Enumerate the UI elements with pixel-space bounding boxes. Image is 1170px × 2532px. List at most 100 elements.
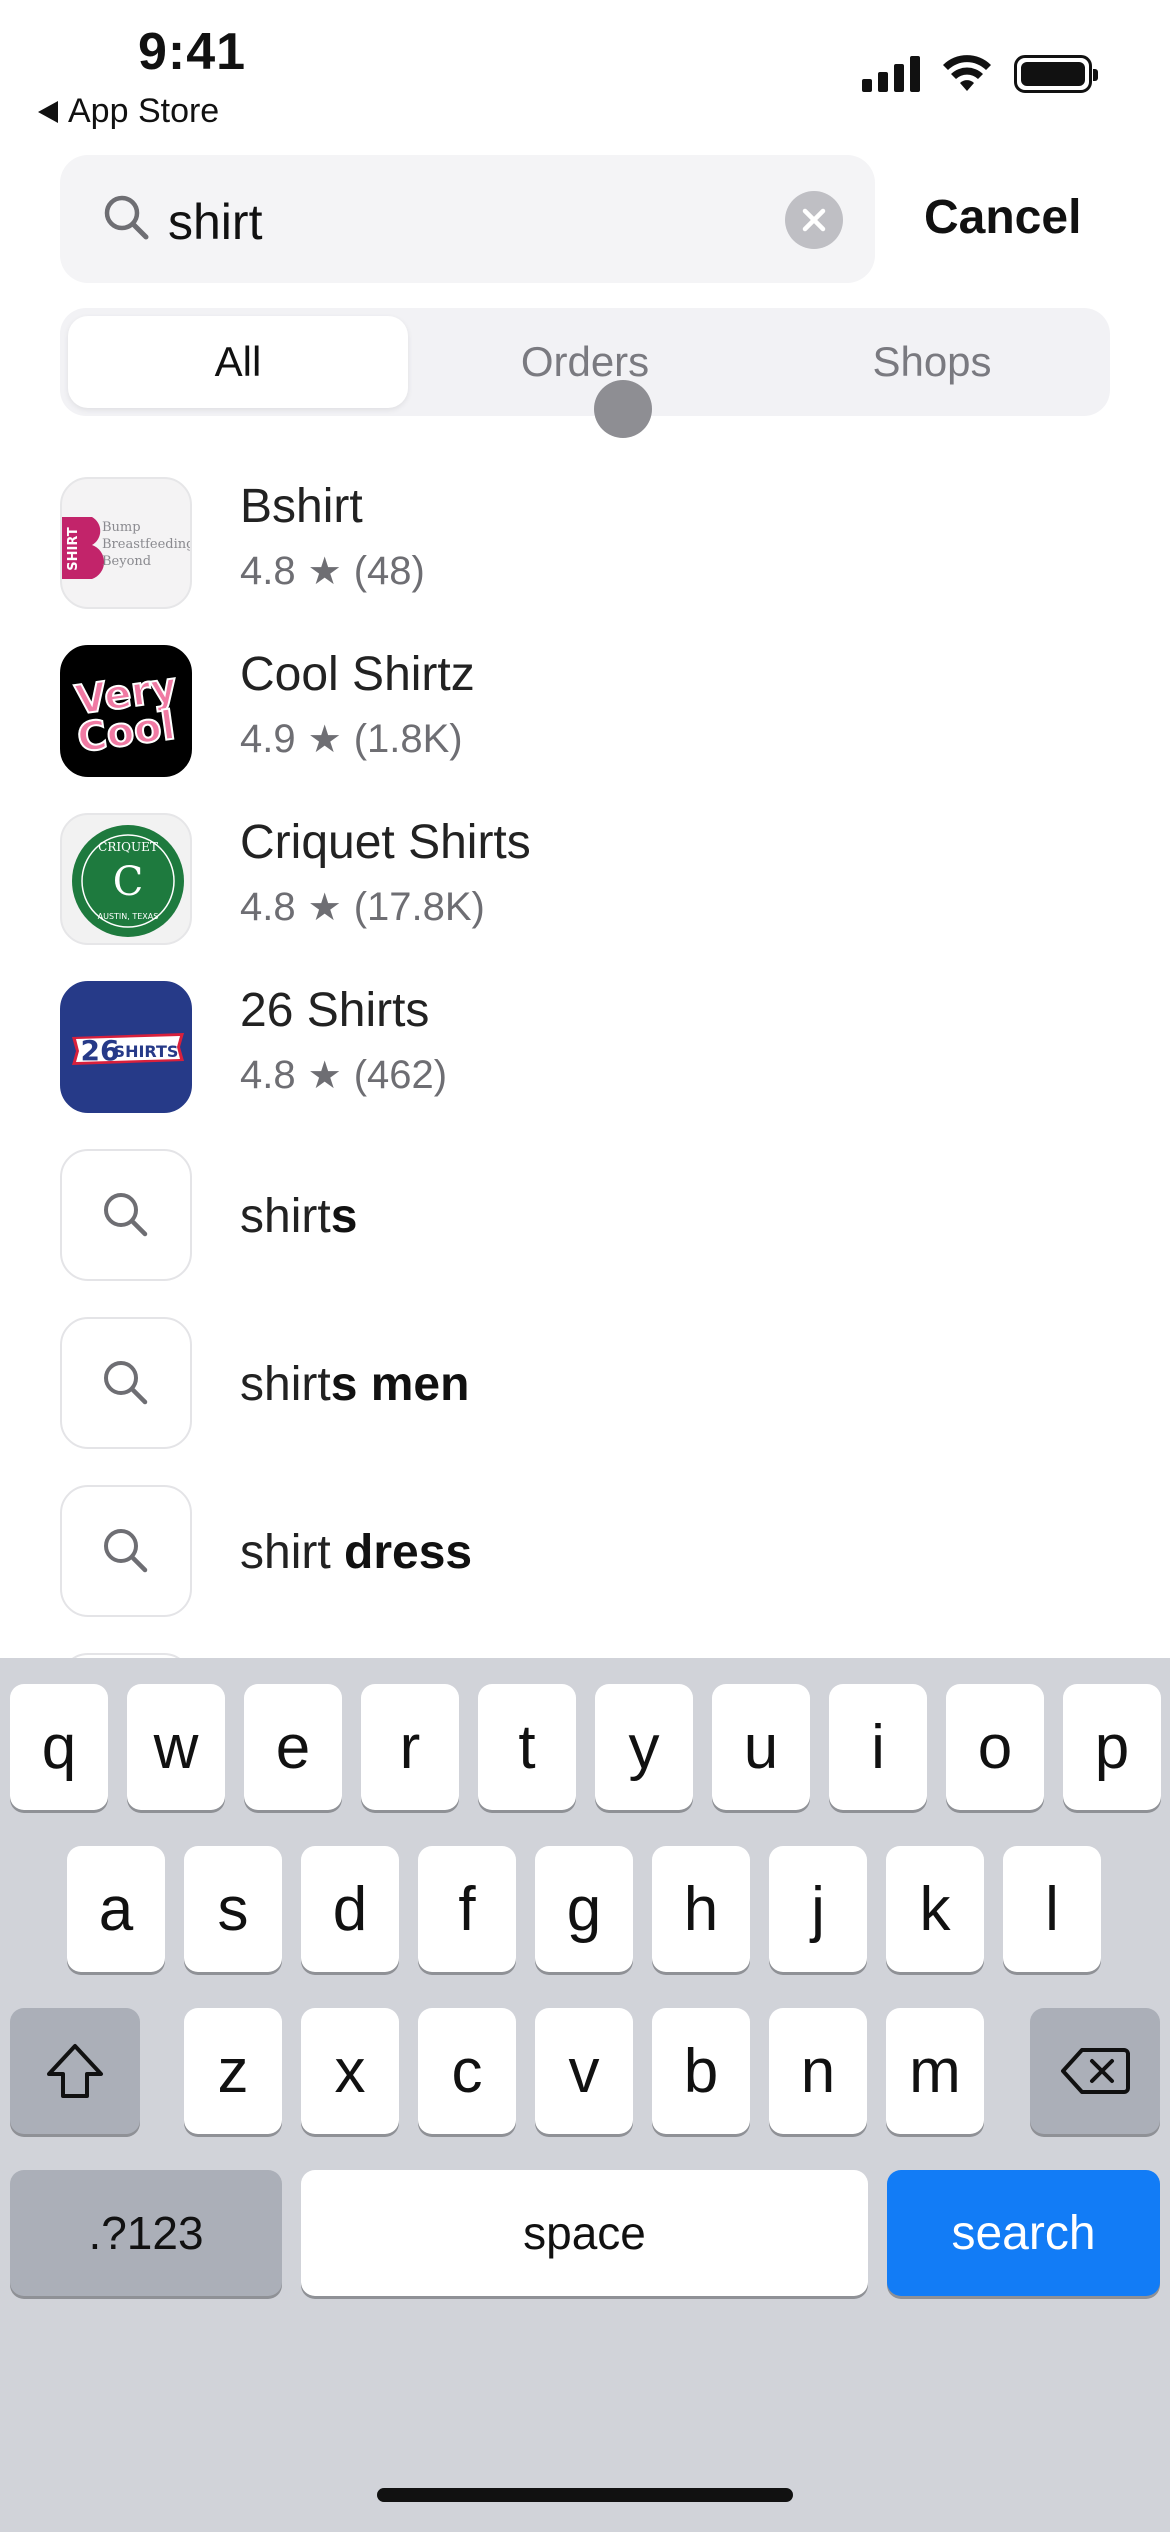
cellular-signal-icon (862, 56, 920, 92)
app-rating: 4.8 ★ (48) (240, 549, 425, 594)
suggestion-text: shirt dress (240, 1526, 473, 1579)
key-l[interactable]: l (1003, 1846, 1101, 1972)
space-key[interactable]: space (301, 2170, 868, 2296)
search-input[interactable]: shirt (168, 193, 262, 251)
star-icon: ★ (307, 551, 342, 593)
bshirt-logo-icon: SHIRT Bump Breastfeeding Beyond (60, 477, 192, 609)
status-icons (862, 55, 1098, 93)
key-c[interactable]: c (418, 2008, 516, 2134)
app-rating: 4.8 ★ (462) (240, 1053, 447, 1098)
app-result-bshirt[interactable]: SHIRT Bump Breastfeeding Beyond Bshirt 4… (60, 477, 1110, 609)
rating-value: 4.8 (240, 549, 296, 593)
key-a[interactable]: a (67, 1846, 165, 1972)
star-icon: ★ (307, 1055, 342, 1097)
star-icon: ★ (307, 719, 342, 761)
rating-value: 4.9 (240, 717, 296, 761)
back-arrow-icon (38, 100, 58, 123)
criquet-logo-icon: CRIQUET C AUSTIN, TEXAS (60, 813, 192, 945)
app-name: 26 Shirts (240, 984, 430, 1037)
key-n[interactable]: n (769, 2008, 867, 2134)
app-name: Bshirt (240, 480, 363, 533)
26-shirts-logo-icon: 26 SHIRTS (60, 981, 192, 1113)
wifi-icon (943, 55, 991, 91)
key-g[interactable]: g (535, 1846, 633, 1972)
search-suggestion[interactable]: shirts men (60, 1317, 1110, 1449)
key-s[interactable]: s (184, 1846, 282, 1972)
search-field[interactable]: shirt (60, 155, 875, 283)
search-key[interactable]: search (887, 2170, 1160, 2296)
tab-shops[interactable]: Shops (762, 316, 1102, 408)
review-count: (48) (353, 549, 425, 593)
key-r[interactable]: r (361, 1684, 459, 1810)
key-y[interactable]: y (595, 1684, 693, 1810)
rating-value: 4.8 (240, 885, 296, 929)
svg-text:Beyond: Beyond (102, 554, 151, 569)
review-count: (17.8K) (353, 885, 485, 929)
key-m[interactable]: m (886, 2008, 984, 2134)
app-result-cool-shirtz[interactable]: Very Cool Cool Shirtz 4.9 ★ (1.8K) (60, 645, 1110, 777)
home-indicator[interactable] (377, 2488, 793, 2502)
key-k[interactable]: k (886, 1846, 984, 1972)
app-rating: 4.8 ★ (17.8K) (240, 885, 485, 930)
battery-icon (1014, 55, 1098, 93)
key-h[interactable]: h (652, 1846, 750, 1972)
delete-key[interactable] (1030, 2008, 1160, 2134)
app-result-26-shirts[interactable]: 26 SHIRTS 26 Shirts 4.8 ★ (462) (60, 981, 1110, 1113)
key-v[interactable]: v (535, 2008, 633, 2134)
svg-text:C: C (113, 859, 144, 905)
svg-text:SHIRT: SHIRT (66, 527, 81, 571)
keyboard: q w e r t y u i o p a s d f g h j k l z … (0, 1658, 1170, 2532)
key-e[interactable]: e (244, 1684, 342, 1810)
tab-orders[interactable]: Orders (415, 316, 755, 408)
status-bar: 9:41 App Store (0, 0, 1170, 140)
key-t[interactable]: t (478, 1684, 576, 1810)
key-j[interactable]: j (769, 1846, 867, 1972)
shift-key[interactable] (10, 2008, 140, 2134)
key-d[interactable]: d (301, 1846, 399, 1972)
key-p[interactable]: p (1063, 1684, 1161, 1810)
suggestion-search-icon (60, 1485, 192, 1617)
key-w[interactable]: w (127, 1684, 225, 1810)
key-z[interactable]: z (184, 2008, 282, 2134)
back-app-label: App Store (68, 92, 220, 130)
key-x[interactable]: x (301, 2008, 399, 2134)
suggestion-text: shirts men (240, 1358, 470, 1411)
key-q[interactable]: q (10, 1684, 108, 1810)
review-count: (462) (353, 1053, 448, 1097)
review-count: (1.8K) (353, 717, 463, 761)
search-suggestion[interactable]: shirts (60, 1149, 1110, 1281)
svg-text:CRIQUET: CRIQUET (98, 840, 158, 854)
numbers-key[interactable]: .?123 (10, 2170, 282, 2296)
clear-x-icon (802, 208, 826, 232)
search-icon (104, 195, 149, 240)
app-rating: 4.9 ★ (1.8K) (240, 717, 463, 762)
back-to-app-store-link[interactable]: App Store (38, 92, 219, 131)
star-icon: ★ (307, 887, 342, 929)
svg-text:SHIRTS: SHIRTS (114, 1042, 179, 1061)
key-u[interactable]: u (712, 1684, 810, 1810)
app-name: Criquet Shirts (240, 816, 531, 869)
cancel-button[interactable]: Cancel (924, 190, 1081, 245)
svg-text:AUSTIN, TEXAS: AUSTIN, TEXAS (98, 912, 159, 921)
key-o[interactable]: o (946, 1684, 1044, 1810)
suggestion-text: shirts (240, 1190, 358, 1243)
touch-indicator (594, 380, 652, 438)
app-name: Cool Shirtz (240, 648, 475, 701)
suggestion-search-icon (60, 1317, 192, 1449)
suggestion-search-icon (60, 1149, 192, 1281)
filter-tabs: All Orders Shops (60, 308, 1110, 416)
search-suggestion[interactable]: shirt dress (60, 1485, 1110, 1617)
key-b[interactable]: b (652, 2008, 750, 2134)
svg-text:Bump: Bump (102, 520, 141, 535)
backspace-icon (1061, 2048, 1130, 2094)
status-time: 9:41 (138, 23, 247, 81)
tab-all[interactable]: All (68, 316, 408, 408)
key-i[interactable]: i (829, 1684, 927, 1810)
clear-search-button[interactable] (785, 191, 843, 249)
shift-arrow-icon (47, 2044, 103, 2098)
key-f[interactable]: f (418, 1846, 516, 1972)
svg-text:Breastfeeding: Breastfeeding (102, 537, 192, 552)
very-cool-logo-icon: Very Cool (60, 645, 192, 777)
app-result-criquet-shirts[interactable]: CRIQUET C AUSTIN, TEXAS Criquet Shirts 4… (60, 813, 1110, 945)
rating-value: 4.8 (240, 1053, 296, 1097)
